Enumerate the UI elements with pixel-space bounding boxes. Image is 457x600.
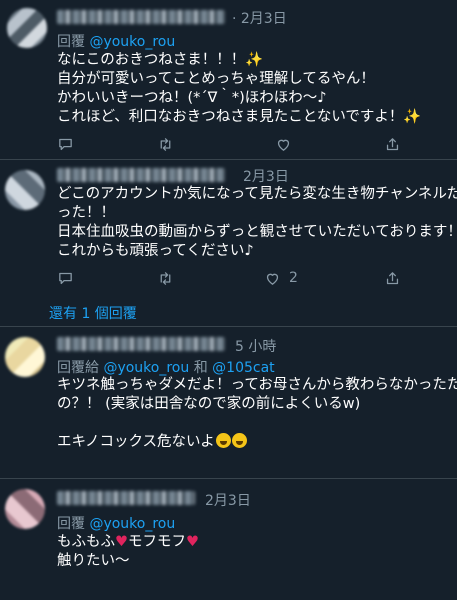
tweet-4[interactable]: 2月3日 回覆 @youko_rou もふもふ♥モフモフ♥ 触りたい〜 bbox=[0, 479, 457, 600]
mention-link[interactable]: @youko_rou bbox=[89, 516, 175, 532]
avatar[interactable] bbox=[7, 8, 47, 48]
reply-prefix: 回覆 bbox=[57, 34, 85, 50]
user-name-blurred[interactable] bbox=[57, 10, 225, 24]
heart-emoji-icon: ♥ bbox=[115, 534, 128, 550]
reply-context: 回覆 @youko_rou bbox=[57, 31, 175, 51]
tweet-line: の？！ (実家は田舎なので家の前によくいるw) bbox=[57, 396, 361, 412]
share-button[interactable] bbox=[384, 134, 401, 154]
tweet-time[interactable]: 5 小時 bbox=[235, 336, 276, 356]
tweet-line: もふもふ bbox=[57, 534, 115, 550]
reply-button[interactable] bbox=[57, 134, 74, 154]
like-icon bbox=[266, 273, 279, 285]
reply-conj: 和 bbox=[193, 360, 208, 376]
tweet-line: どこのアカウントか気になって見たら変な生き物チャンネルだ bbox=[57, 186, 457, 202]
tweet-line: エキノコックス危ないよ bbox=[57, 434, 215, 450]
like-count: 2 bbox=[289, 270, 298, 286]
user-name-blurred[interactable] bbox=[57, 337, 225, 351]
show-more-replies-link[interactable]: 還有 1 個回覆 bbox=[49, 303, 137, 323]
retweet-icon bbox=[160, 137, 171, 151]
tweet-time[interactable]: 2月3日 bbox=[205, 490, 251, 510]
tweet-line: 日本住血吸虫の動画からずっと観させていただいております！ bbox=[57, 224, 457, 240]
like-button[interactable] bbox=[275, 134, 292, 154]
tweet-time[interactable]: 2月3日 bbox=[243, 166, 289, 186]
tweet-text: なにこのおきつねさま！！！✨ 自分が可愛いってことめっちゃ理解してるやん！ かわ… bbox=[57, 51, 421, 127]
tweet-line: かわいいきーつね！(*´∇｀*)ほわほわ〜♪ bbox=[57, 90, 327, 106]
tweet-actions bbox=[57, 134, 457, 154]
tweet-line: キツネ触っちゃダメだよ！ってお母さんから教わらなかったた bbox=[57, 377, 457, 393]
tweet-2[interactable]: 2月3日 どこのアカウントか気になって見たら変な生き物チャンネルだ った！！ 日… bbox=[0, 160, 457, 330]
reply-context: 回覆給 @youko_rou 和 @105cat bbox=[57, 357, 275, 377]
reply-icon bbox=[59, 138, 72, 150]
tweet-line: 触りたい〜 bbox=[57, 553, 130, 569]
sparkles-icon: ✨ bbox=[245, 52, 264, 68]
avatar[interactable] bbox=[5, 337, 45, 377]
tweet-line: これほど、利口なおきつねさま見たことないですよ！ bbox=[57, 109, 404, 125]
reply-icon bbox=[59, 272, 72, 284]
retweet-button[interactable] bbox=[157, 268, 174, 288]
tweet-actions: 2 bbox=[57, 268, 457, 288]
tweet-line: これからも頑張ってください♪ bbox=[57, 243, 254, 259]
like-icon bbox=[277, 139, 290, 151]
mention-link[interactable]: @youko_rou bbox=[89, 34, 175, 50]
tweet-line: った！！ bbox=[57, 205, 115, 221]
retweet-button[interactable] bbox=[157, 134, 174, 154]
sparkles-icon: ✨ bbox=[403, 109, 422, 125]
tweet-text: もふもふ♥モフモフ♥ 触りたい〜 bbox=[57, 533, 199, 571]
mention-link[interactable]: @105cat bbox=[212, 360, 275, 376]
scream-emoji-icon bbox=[215, 433, 231, 448]
tweet-text: どこのアカウントか気になって見たら変な生き物チャンネルだ った！！ 日本住血吸虫… bbox=[57, 185, 457, 261]
user-name-blurred[interactable] bbox=[57, 491, 195, 505]
reply-prefix: 回覆給 bbox=[57, 360, 99, 376]
tweet-line: モフモフ bbox=[128, 534, 186, 550]
tweet-time[interactable]: · 2月3日 bbox=[232, 8, 287, 28]
share-icon bbox=[386, 137, 399, 150]
tweet-1[interactable]: · 2月3日 回覆 @youko_rou なにこのおきつねさま！！！✨ 自分が可… bbox=[0, 0, 457, 158]
reply-button[interactable] bbox=[57, 268, 74, 288]
tweet-line: なにこのおきつねさま！！！ bbox=[57, 52, 246, 68]
share-icon bbox=[386, 271, 399, 284]
share-button[interactable] bbox=[384, 268, 401, 288]
scream-emoji-icon bbox=[231, 433, 247, 448]
avatar[interactable] bbox=[5, 489, 45, 529]
mention-link[interactable]: @youko_rou bbox=[103, 360, 189, 376]
reply-prefix: 回覆 bbox=[57, 516, 85, 532]
retweet-icon bbox=[160, 271, 171, 285]
tweet-text: キツネ触っちゃダメだよ！ってお母さんから教わらなかったた の？！ (実家は田舎な… bbox=[57, 376, 457, 452]
tweet-3[interactable]: 5 小時 回覆給 @youko_rou 和 @105cat キツネ触っちゃダメだ… bbox=[0, 327, 457, 477]
heart-emoji-icon: ♥ bbox=[186, 534, 199, 550]
tweet-line: 自分が可愛いってことめっちゃ理解してるやん！ bbox=[57, 71, 375, 87]
reply-context: 回覆 @youko_rou bbox=[57, 513, 175, 533]
avatar[interactable] bbox=[5, 170, 45, 210]
user-name-blurred[interactable] bbox=[57, 168, 225, 182]
like-button[interactable]: 2 bbox=[264, 268, 298, 288]
